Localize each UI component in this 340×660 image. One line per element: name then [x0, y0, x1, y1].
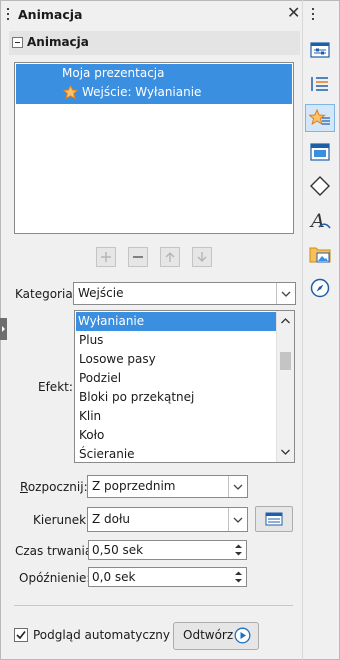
duration-value: 0,50 sek [92, 543, 144, 557]
effect-label: Efekt: [38, 380, 73, 394]
collapse-icon[interactable] [12, 37, 23, 48]
chevron-down-icon[interactable] [228, 476, 247, 497]
fontwork-icon[interactable]: A [305, 206, 335, 234]
spin-arrows-icon[interactable] [232, 569, 245, 585]
gallery-icon[interactable] [305, 240, 335, 268]
list-item[interactable]: Losowe pasy [77, 350, 275, 369]
remove-effect-button[interactable] [128, 247, 148, 267]
panel-grip-icon[interactable] [7, 8, 10, 22]
autopreview-checkbox[interactable] [14, 628, 28, 642]
delay-field[interactable]: 0,0 sek [88, 567, 247, 587]
play-button[interactable]: Odtwórz [173, 622, 259, 650]
animation-icon[interactable] [305, 104, 335, 132]
effect-label: Wejście: Wyłanianie [82, 85, 202, 99]
add-effect-button[interactable] [96, 247, 116, 267]
deck-menu-icon[interactable] [312, 8, 314, 23]
delay-value: 0,0 sek [92, 570, 136, 584]
duration-label: Czas trwania: [15, 544, 97, 558]
effect-scrollbar[interactable] [276, 311, 294, 462]
delay-label: Opóźnienie: [19, 571, 91, 585]
panel-title: Animacja [18, 7, 83, 22]
start-value: Z poprzednim [92, 479, 176, 493]
list-item[interactable]: Wyłanianie [76, 312, 277, 331]
move-down-button[interactable] [192, 247, 212, 267]
svg-text:A: A [309, 210, 325, 231]
shapes-icon[interactable] [305, 172, 335, 200]
list-item[interactable]: Koło [77, 426, 275, 445]
list-item[interactable]: Podziel [77, 369, 275, 388]
direction-value: Z dołu [92, 512, 131, 526]
category-select[interactable]: Wejście [73, 282, 296, 305]
effect-list[interactable]: Wyłanianie Plus Losowe pasy Podziel Blok… [74, 310, 295, 463]
deck-separator [302, 0, 303, 660]
chevron-down-icon[interactable] [228, 508, 247, 531]
duration-field[interactable]: 0,50 sek [88, 540, 247, 560]
list-item[interactable]: Klin [77, 407, 275, 426]
list-item-slide[interactable]: Moja prezentacja [62, 66, 165, 80]
properties-icon[interactable] [305, 36, 335, 64]
master-slides-icon[interactable] [305, 138, 335, 166]
star-icon [63, 85, 78, 99]
list-item[interactable]: Ścieranie [77, 445, 275, 462]
navigator-icon[interactable] [305, 274, 335, 302]
list-item[interactable]: Bloki po przekątnej [77, 388, 275, 407]
start-select[interactable]: Z poprzednim [87, 475, 248, 498]
direction-label: Kierunek: [33, 513, 91, 527]
spin-arrows-icon[interactable] [232, 542, 245, 558]
sidebar-collapse-handle[interactable] [0, 318, 7, 340]
divider [14, 605, 293, 606]
section-header[interactable]: Animacja [9, 31, 300, 55]
options-icon [265, 512, 283, 526]
start-label: Rozpocznij: [20, 480, 88, 494]
play-icon [234, 627, 251, 644]
category-label: Kategoria: [15, 287, 77, 301]
close-icon[interactable]: ✕ [287, 3, 300, 22]
play-label: Odtwórz [183, 628, 234, 642]
move-up-button[interactable] [160, 247, 180, 267]
section-title: Animacja [27, 35, 89, 49]
start-label-text: ozpocznij: [27, 480, 88, 494]
chevron-down-icon[interactable] [276, 283, 295, 304]
animation-list[interactable]: Moja prezentacja Wejście: Wyłanianie [14, 62, 294, 234]
list-item-effect[interactable]: Wejście: Wyłanianie [63, 85, 201, 99]
category-value: Wejście [78, 286, 124, 300]
effect-options-button[interactable] [255, 506, 293, 532]
checkmark-icon [16, 631, 26, 640]
styles-icon[interactable] [305, 70, 335, 98]
direction-select[interactable]: Z dołu [87, 507, 248, 532]
autopreview-label[interactable]: Podgląd automatyczny [33, 628, 170, 642]
list-item[interactable]: Plus [77, 331, 275, 350]
